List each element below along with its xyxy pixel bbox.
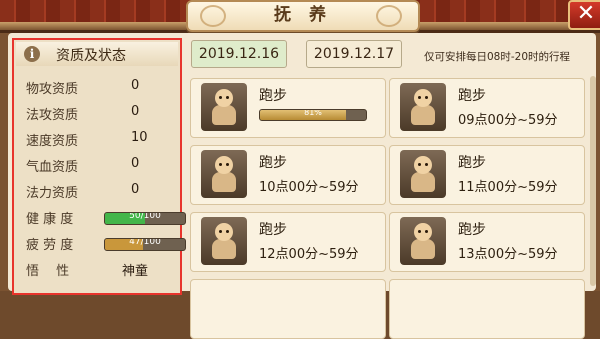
activity-title: 跑步 [458, 88, 486, 104]
schedule-tip: 仅可安排每日08时-20时的行程 [424, 51, 571, 63]
date-tab-2[interactable]: 2019.12.17 [306, 40, 402, 68]
fatigue-bar: 47/100 [104, 238, 186, 251]
stat-value: 0 [131, 182, 140, 197]
stat-value: 0 [131, 78, 140, 93]
schedule-card[interactable]: 跑步 81% [190, 78, 386, 138]
activity-time: 13点00分~59分 [458, 247, 558, 262]
activity-title: 跑步 [259, 88, 287, 104]
stat-value: 0 [131, 104, 140, 119]
health-row: 健 康 度 50/100 [26, 208, 186, 228]
schedule-card[interactable]: 跑步 13点00分~59分 [389, 212, 585, 272]
health-bar-text: 50/100 [129, 212, 161, 221]
schedule-card-partial[interactable] [190, 279, 386, 339]
scrollbar[interactable] [590, 76, 596, 286]
character-avatar [400, 217, 446, 265]
stat-row-speed: 速度资质 10 [26, 130, 176, 150]
fatigue-row: 疲 劳 度 47/100 [26, 234, 186, 254]
activity-title: 跑步 [259, 222, 287, 238]
nature-label: 悟 性 [26, 264, 70, 279]
close-button[interactable]: ✕ [568, 0, 600, 30]
stat-value: 10 [131, 130, 148, 145]
schedule-card-partial[interactable] [389, 279, 585, 339]
stat-row-magic-attack: 法攻资质 0 [26, 104, 176, 124]
stats-title: 资质及状态 [56, 48, 126, 64]
stat-row-hp: 气血资质 0 [26, 156, 176, 176]
stat-label: 速度资质 [26, 134, 79, 149]
info-icon[interactable]: i [24, 46, 40, 62]
schedule-card[interactable]: 跑步 12点00分~59分 [190, 212, 386, 272]
activity-time: 11点00分~59分 [458, 180, 558, 195]
health-bar: 50/100 [104, 212, 186, 225]
character-avatar [201, 83, 247, 131]
stat-row-mana: 法力资质 0 [26, 182, 176, 202]
stat-label: 法攻资质 [26, 108, 79, 123]
fatigue-bar-text: 47/100 [129, 238, 161, 247]
activity-time: 12点00分~59分 [259, 247, 359, 262]
stat-row-physical-attack: 物攻资质 0 [26, 78, 176, 98]
nature-value: 神童 [122, 264, 149, 279]
stat-label: 物攻资质 [26, 82, 79, 97]
stat-label: 法力资质 [26, 186, 79, 201]
activity-progress-text: 81% [304, 109, 322, 117]
activity-title: 跑步 [259, 155, 287, 171]
character-avatar [201, 150, 247, 198]
schedule-card[interactable]: 跑步 10点00分~59分 [190, 145, 386, 205]
stat-label: 气血资质 [26, 160, 79, 175]
activity-progress-bar: 81% [259, 109, 367, 121]
date-tab-1[interactable]: 2019.12.16 [191, 40, 287, 68]
character-avatar [201, 217, 247, 265]
stats-header: i 资质及状态 [16, 42, 178, 66]
character-avatar [400, 150, 446, 198]
stats-panel: i 资质及状态 物攻资质 0 法攻资质 0 速度资质 10 气血资质 0 法力资… [12, 38, 186, 295]
fatigue-label: 疲 劳 度 [26, 238, 74, 253]
ornament-icon [200, 5, 226, 27]
ornament-icon [376, 5, 402, 27]
character-avatar [400, 83, 446, 131]
activity-time: 10点00分~59分 [259, 180, 359, 195]
activity-title: 跑步 [458, 222, 486, 238]
schedule-card[interactable]: 跑步 11点00分~59分 [389, 145, 585, 205]
activity-title: 跑步 [458, 155, 486, 171]
stat-value: 0 [131, 156, 140, 171]
health-label: 健 康 度 [26, 212, 74, 227]
activity-time: 09点00分~59分 [458, 113, 558, 128]
nature-row: 悟 性 神童 [26, 260, 176, 280]
schedule-card[interactable]: 跑步 09点00分~59分 [389, 78, 585, 138]
